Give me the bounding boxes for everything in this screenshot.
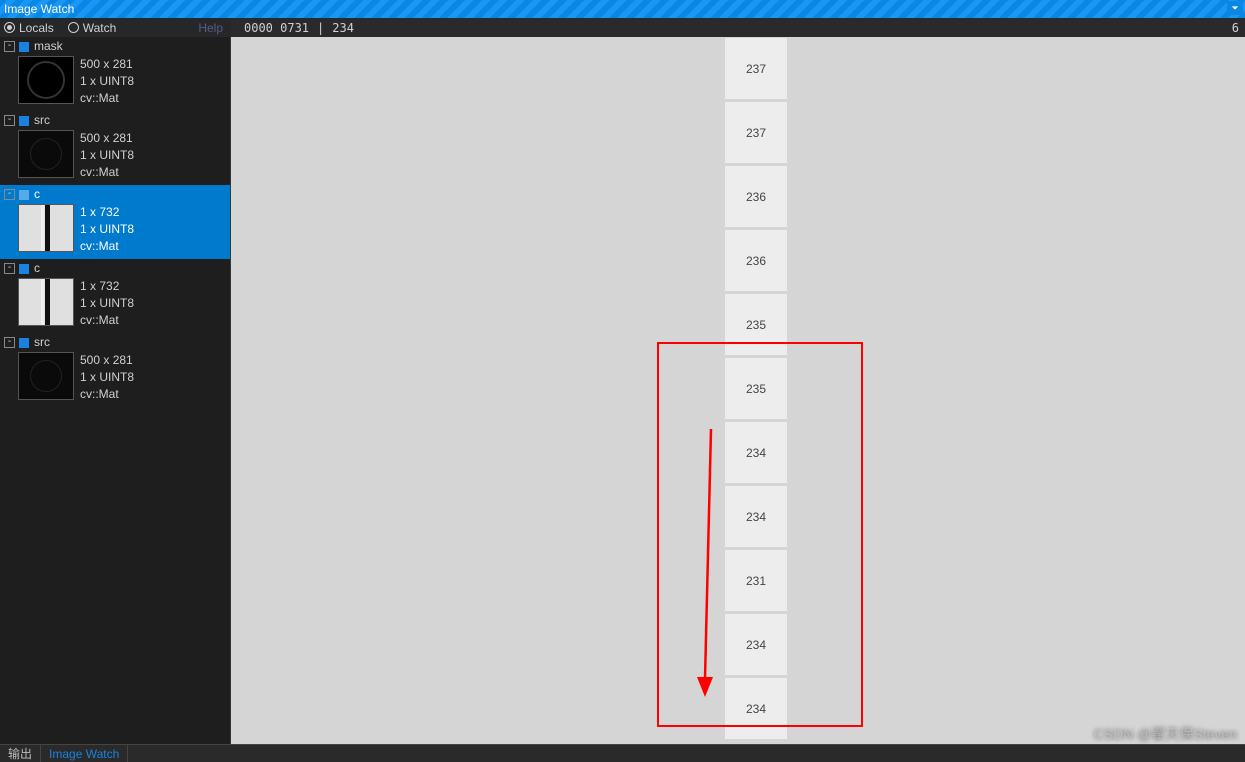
variable-name: src (34, 335, 50, 349)
thumbnail (18, 352, 74, 400)
variable-name: c (34, 187, 40, 201)
type-chip-icon (19, 190, 29, 200)
pixel-cell: 237 (725, 102, 787, 163)
variable-row[interactable]: -c (0, 259, 230, 277)
variable-class: cv::Mat (80, 90, 134, 107)
pixel-cell: 231 (725, 550, 787, 611)
type-chip-icon (19, 264, 29, 274)
pixel-cell-value: 234 (742, 509, 770, 525)
pixel-cell: 236 (725, 166, 787, 227)
help-link[interactable]: Help (198, 21, 223, 35)
tab-output[interactable]: 输出 (0, 745, 41, 762)
variable-dims: 500 x 281 (80, 130, 134, 147)
pixel-info-bar: 0000 0731 | 234 6 (238, 18, 1245, 37)
variable-type: 1 x UINT8 (80, 369, 134, 386)
pixel-cell-value: 235 (742, 317, 770, 333)
mode-locals-label: Locals (19, 21, 54, 35)
variable-name: mask (34, 39, 63, 53)
pixel-cell: 235 (725, 358, 787, 419)
radio-dot-icon (68, 22, 79, 33)
variable-row[interactable]: - mask (0, 37, 230, 55)
pixel-value: 234 (332, 21, 354, 35)
variable-class: cv::Mat (80, 312, 134, 329)
pixel-cell-value: 231 (742, 573, 770, 589)
window-menu-button[interactable] (1227, 1, 1243, 15)
variable-meta: 500 x 2811 x UINT8cv::Mat (80, 56, 134, 107)
title-bar: Image Watch (0, 0, 1245, 18)
annotation-arrow-icon (697, 429, 725, 699)
pixel-cell-value: 236 (742, 189, 770, 205)
variable-details[interactable]: 500 x 2811 x UINT8cv::Mat (0, 351, 230, 407)
type-chip-icon (19, 338, 29, 348)
mode-watch-radio[interactable]: Watch (64, 21, 117, 35)
pixel-cell: 234 (725, 422, 787, 483)
variable-name: c (34, 261, 40, 275)
radio-dot-icon (4, 22, 15, 33)
variables-sidebar[interactable]: -mask500 x 2811 x UINT8cv::Mat-src500 x … (0, 37, 231, 744)
pixel-cell: 234 (725, 486, 787, 547)
variable-type: 1 x UINT8 (80, 73, 134, 90)
pixel-coords: 0000 0731 (244, 21, 309, 35)
thumbnail (18, 278, 74, 326)
pixel-cell-value: 234 (742, 701, 770, 717)
variable-details[interactable]: 500 x 2811 x UINT8cv::Mat (0, 55, 230, 111)
variable-details[interactable]: 1 x 7321 x UINT8cv::Mat (0, 203, 230, 259)
pixel-cell-value: 234 (742, 445, 770, 461)
variable-meta: 500 x 2811 x UINT8cv::Mat (80, 130, 134, 181)
thumbnail (18, 204, 74, 252)
pixel-cell: 237 (725, 38, 787, 99)
pixel-cell: 235 (725, 294, 787, 355)
variable-type: 1 x UINT8 (80, 295, 134, 312)
tab-image-watch[interactable]: Image Watch (41, 745, 128, 762)
expander-icon[interactable]: - (4, 115, 15, 126)
tab-output-label: 输出 (8, 745, 32, 762)
variable-meta: 1 x 7321 x UINT8cv::Mat (80, 278, 134, 329)
tab-imagewatch-label: Image Watch (49, 747, 119, 761)
variable-row[interactable]: - src (0, 333, 230, 351)
variable-meta: 1 x 7321 x UINT8cv::Mat (80, 204, 134, 255)
variable-name: src (34, 113, 50, 127)
variable-dims: 500 x 281 (80, 352, 134, 369)
type-chip-icon (19, 116, 29, 126)
footer-tabs: 输出 Image Watch (0, 744, 1245, 762)
variable-dims: 500 x 281 (80, 56, 134, 73)
expander-icon[interactable]: - (4, 337, 15, 348)
variable-row[interactable]: - src (0, 111, 230, 129)
pixel-cell: 236 (725, 230, 787, 291)
mode-watch-label: Watch (83, 21, 117, 35)
pixel-cell-value: 234 (742, 637, 770, 653)
variable-dims: 1 x 732 (80, 204, 134, 221)
pixel-cell-value: 237 (742, 125, 770, 141)
variable-row[interactable]: -c (0, 185, 230, 203)
pixel-cell-value: 236 (742, 253, 770, 269)
expander-icon[interactable]: - (4, 189, 15, 200)
pixel-column: 237 237 236 236 235 235 234 234 231 234 234 (725, 38, 787, 742)
window-title: Image Watch (4, 2, 74, 16)
expander-icon[interactable]: - (4, 41, 15, 52)
variable-class: cv::Mat (80, 238, 134, 255)
mode-locals-radio[interactable]: Locals (0, 21, 54, 35)
pixel-cell-value: 237 (742, 61, 770, 77)
type-chip-icon (19, 42, 29, 52)
image-viewer[interactable]: 237 237 236 236 235 235 234 234 231 234 234 (231, 37, 1245, 744)
variable-class: cv::Mat (80, 386, 134, 403)
zoom-indicator: 6 (1232, 21, 1239, 35)
variable-class: cv::Mat (80, 164, 134, 181)
pixel-cell: 234 (725, 678, 787, 739)
variable-type: 1 x UINT8 (80, 147, 134, 164)
pixel-cell-value: 235 (742, 381, 770, 397)
expander-icon[interactable]: - (4, 263, 15, 274)
variable-details[interactable]: 500 x 2811 x UINT8cv::Mat (0, 129, 230, 185)
pixel-cell: 234 (725, 614, 787, 675)
variable-meta: 500 x 2811 x UINT8cv::Mat (80, 352, 134, 403)
separator: | (317, 21, 324, 35)
thumbnail (18, 56, 74, 104)
thumbnail (18, 130, 74, 178)
mode-bar: Locals Watch Help (0, 18, 231, 37)
variable-details[interactable]: 1 x 7321 x UINT8cv::Mat (0, 277, 230, 333)
variable-type: 1 x UINT8 (80, 221, 134, 238)
variable-dims: 1 x 732 (80, 278, 134, 295)
